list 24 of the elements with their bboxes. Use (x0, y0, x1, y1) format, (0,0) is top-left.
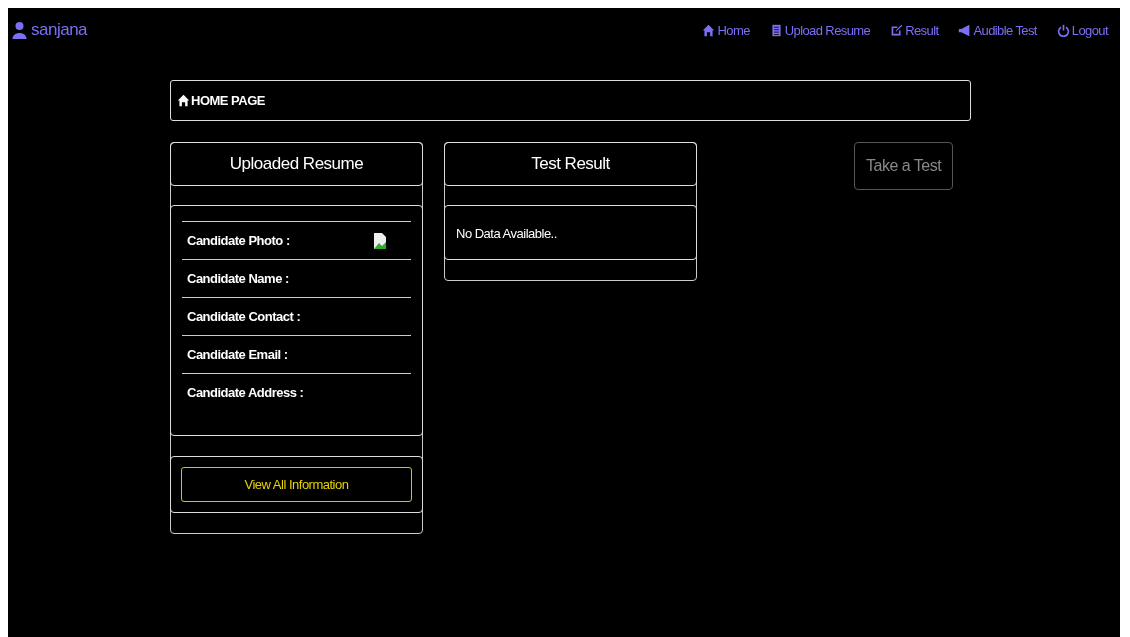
nav-link[interactable]: Result (890, 22, 939, 38)
view-all-button[interactable]: View All Information (181, 467, 412, 502)
card-header: Uploaded Resume (170, 142, 423, 186)
nav-link[interactable]: Audible Test (958, 22, 1037, 38)
edit-icon (890, 23, 904, 37)
no-data-message: No Data Available.. (444, 205, 697, 260)
home-icon (702, 23, 716, 37)
nav-link[interactable]: Logout (1056, 22, 1108, 38)
home-icon (177, 94, 190, 107)
nav-link[interactable]: Upload Resume (769, 22, 871, 38)
broken-image-icon (374, 232, 386, 249)
document-icon (769, 23, 783, 37)
field-label: Candidate Photo : (187, 233, 290, 248)
field-label: Candidate Name : (187, 271, 289, 286)
nav-link[interactable]: Home (702, 22, 750, 38)
page-title: HOME PAGE (191, 93, 265, 108)
field-label: Candidate Address : (187, 385, 304, 400)
field-label: Candidate Email : (187, 347, 288, 362)
power-icon (1056, 23, 1070, 37)
card-header: Test Result (444, 142, 697, 186)
username: sanjana (31, 20, 88, 40)
megaphone-icon (958, 23, 972, 37)
field-label: Candidate Contact : (187, 309, 301, 324)
user-icon (12, 21, 27, 39)
